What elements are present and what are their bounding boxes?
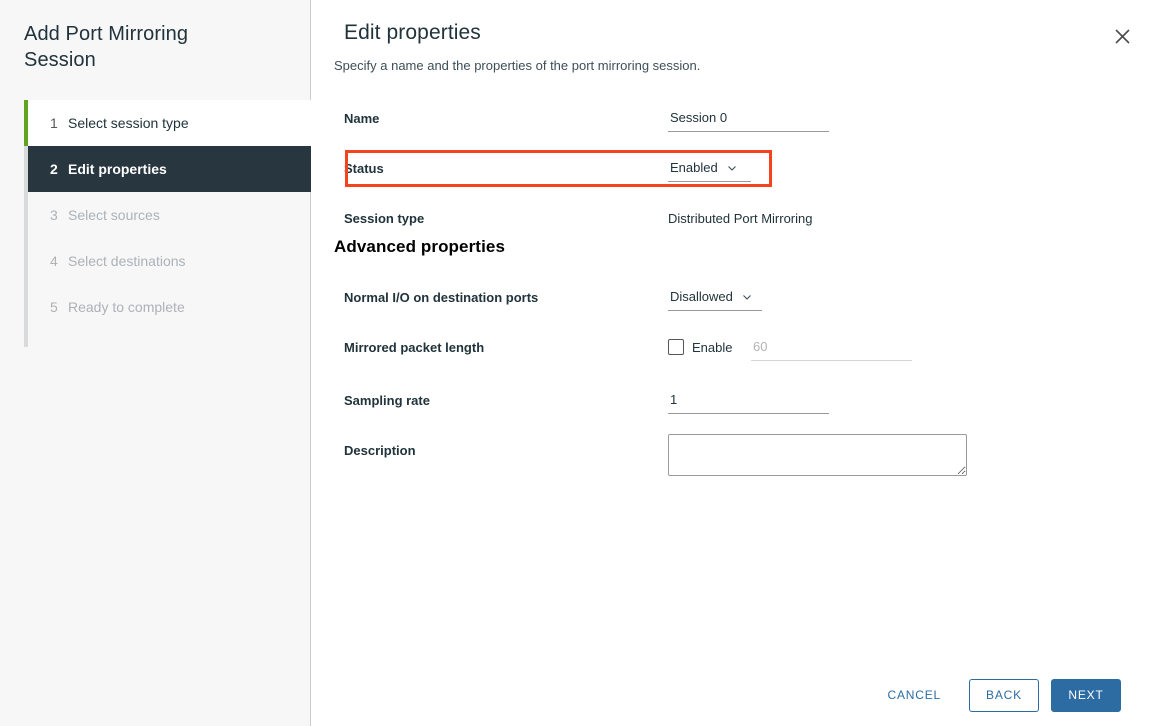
form-row-normal-io: Normal I/O on destination ports Disallow… bbox=[311, 285, 1011, 311]
session-type-value: Distributed Port Mirroring bbox=[668, 206, 813, 232]
chevron-down-icon bbox=[742, 292, 752, 302]
step-number: 2 bbox=[50, 161, 68, 177]
mirrored-packet-length-checkbox-label[interactable]: Enable bbox=[692, 335, 732, 361]
advanced-properties-heading: Advanced properties bbox=[334, 237, 505, 257]
page-subtitle: Specify a name and the properties of the… bbox=[334, 58, 700, 73]
normal-io-label: Normal I/O on destination ports bbox=[344, 285, 538, 311]
form-row-session-type: Session type Distributed Port Mirroring bbox=[311, 206, 1011, 232]
sidebar-step-select-session-type[interactable]: 1 Select session type bbox=[24, 100, 311, 146]
step-label: Select destinations bbox=[68, 253, 186, 269]
status-selected-value: Enabled bbox=[670, 160, 718, 175]
session-type-label: Session type bbox=[344, 206, 424, 232]
wizard-title: Add Port Mirroring Session bbox=[24, 21, 254, 73]
wizard-step-list: 1 Select session type 2 Edit properties … bbox=[24, 100, 311, 330]
step-number: 3 bbox=[50, 207, 68, 223]
sampling-rate-input[interactable] bbox=[668, 388, 829, 414]
step-label: Select session type bbox=[68, 115, 189, 131]
cancel-button[interactable]: CANCEL bbox=[872, 679, 957, 712]
step-label: Ready to complete bbox=[68, 299, 185, 315]
mirrored-packet-length-checkbox[interactable] bbox=[668, 339, 684, 355]
back-button[interactable]: BACK bbox=[969, 679, 1039, 712]
mirrored-packet-length-label: Mirrored packet length bbox=[344, 335, 484, 361]
step-number: 4 bbox=[50, 253, 68, 269]
sidebar-step-select-sources[interactable]: 3 Select sources bbox=[24, 192, 311, 238]
port-mirroring-wizard: Add Port Mirroring Session 1 Select sess… bbox=[0, 0, 1150, 726]
step-number: 1 bbox=[50, 115, 68, 131]
close-icon[interactable] bbox=[1108, 22, 1136, 50]
sidebar-step-ready-to-complete[interactable]: 5 Ready to complete bbox=[24, 284, 311, 330]
description-textarea[interactable] bbox=[668, 434, 967, 476]
sidebar-step-select-destinations[interactable]: 4 Select destinations bbox=[24, 238, 311, 284]
sidebar-step-edit-properties[interactable]: 2 Edit properties bbox=[24, 146, 311, 192]
wizard-sidebar: Add Port Mirroring Session 1 Select sess… bbox=[0, 0, 311, 726]
step-number: 5 bbox=[50, 299, 68, 315]
form-row-description: Description bbox=[311, 438, 1011, 488]
normal-io-select[interactable]: Disallowed bbox=[668, 285, 762, 311]
status-select[interactable]: Enabled bbox=[668, 156, 751, 182]
name-input[interactable] bbox=[668, 106, 829, 132]
chevron-down-icon bbox=[727, 163, 737, 173]
next-button[interactable]: NEXT bbox=[1051, 679, 1121, 712]
form-row-mirrored-packet-length: Mirrored packet length Enable bbox=[311, 335, 1091, 361]
form-row-status: Status Enabled bbox=[311, 156, 1011, 182]
wizard-footer: CANCEL BACK NEXT bbox=[311, 664, 1150, 726]
name-label: Name bbox=[344, 106, 379, 132]
sampling-rate-label: Sampling rate bbox=[344, 388, 430, 414]
normal-io-selected-value: Disallowed bbox=[670, 289, 733, 304]
page-title: Edit properties bbox=[344, 21, 481, 45]
mirrored-packet-length-input[interactable] bbox=[751, 335, 912, 361]
step-label: Edit properties bbox=[68, 161, 167, 177]
description-label: Description bbox=[344, 438, 416, 464]
form-row-sampling-rate: Sampling rate bbox=[311, 388, 1011, 414]
status-label: Status bbox=[344, 156, 384, 182]
form-row-name: Name bbox=[311, 106, 1011, 132]
step-label: Select sources bbox=[68, 207, 160, 223]
main-panel: Edit properties Specify a name and the p… bbox=[311, 0, 1150, 726]
